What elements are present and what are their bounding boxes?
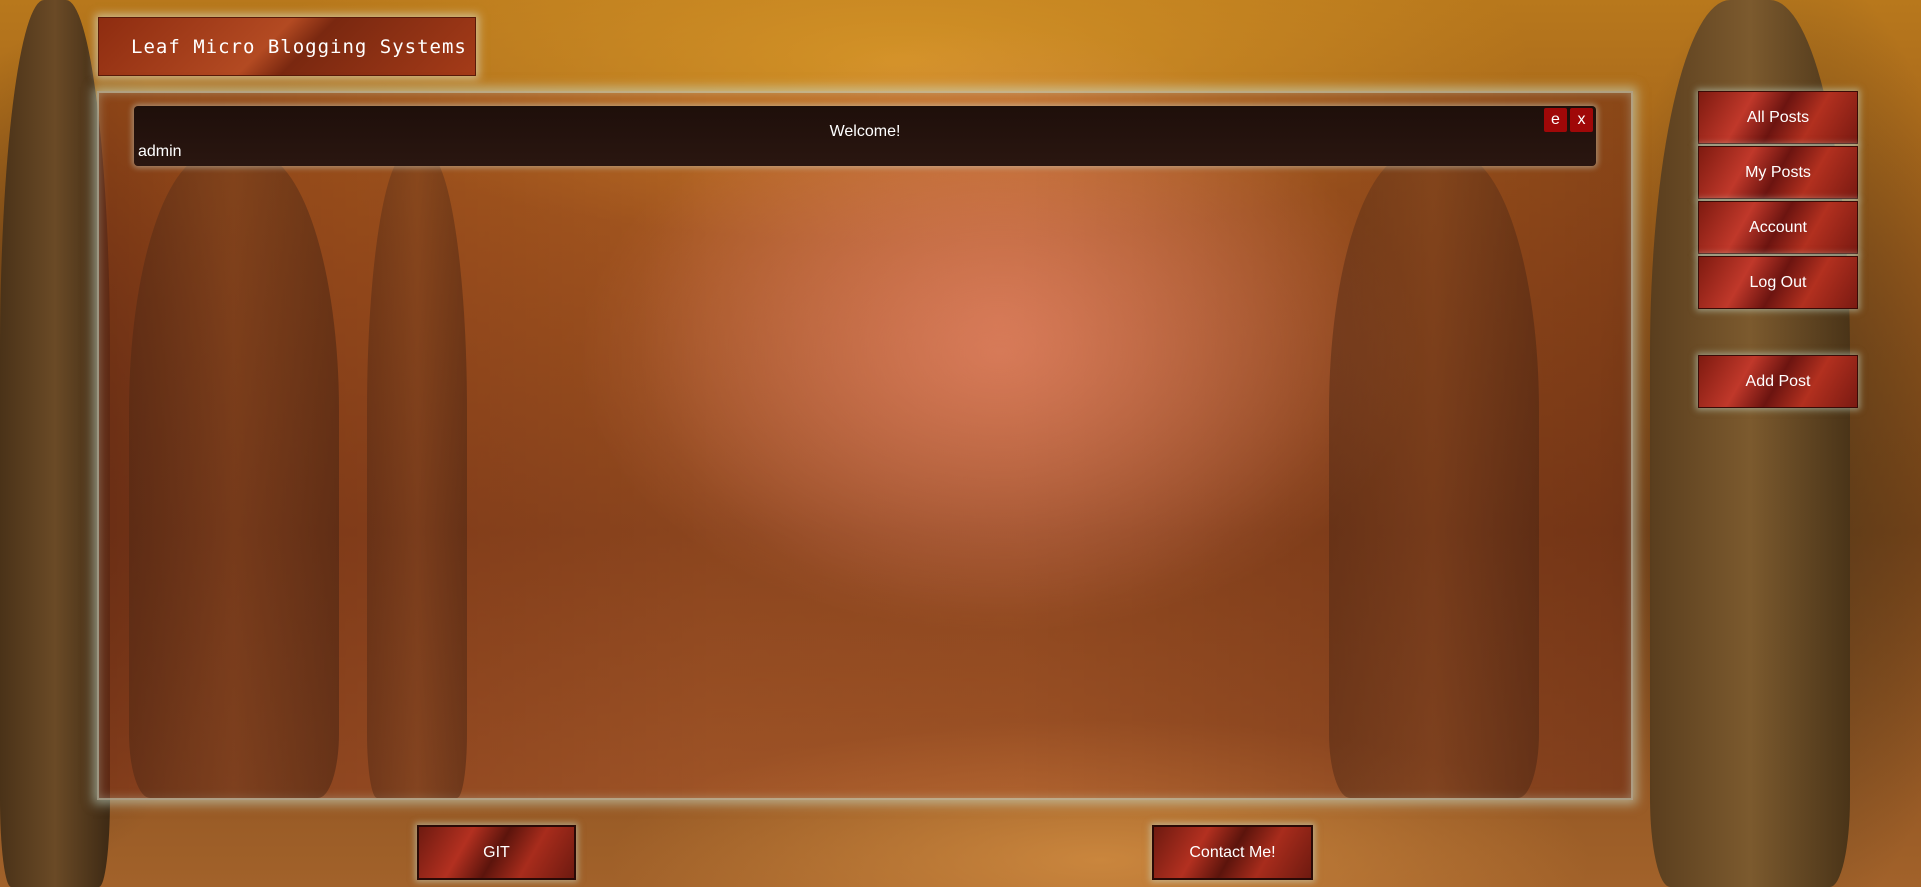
panel-tree-mid bbox=[367, 153, 467, 798]
site-title: Leaf Micro Blogging Systems bbox=[131, 35, 467, 58]
account-button[interactable]: Account bbox=[1698, 201, 1858, 254]
contact-button[interactable]: Contact Me! bbox=[1152, 825, 1313, 880]
edit-post-button[interactable]: e bbox=[1544, 108, 1567, 132]
panel-tree-right bbox=[1329, 153, 1539, 798]
git-button[interactable]: GIT bbox=[417, 825, 576, 880]
background-tree-left bbox=[0, 0, 110, 887]
delete-post-button[interactable]: x bbox=[1570, 108, 1593, 132]
my-posts-button[interactable]: My Posts bbox=[1698, 146, 1858, 199]
post-card: Welcome! admin e x bbox=[134, 106, 1596, 166]
log-out-button[interactable]: Log Out bbox=[1698, 256, 1858, 309]
add-post-button[interactable]: Add Post bbox=[1698, 355, 1858, 408]
posts-panel bbox=[97, 91, 1633, 800]
panel-tree-left bbox=[129, 153, 339, 798]
all-posts-button[interactable]: All Posts bbox=[1698, 91, 1858, 144]
post-author: admin bbox=[138, 143, 182, 160]
site-title-banner[interactable]: Leaf Micro Blogging Systems bbox=[98, 17, 476, 76]
post-title: Welcome! bbox=[829, 123, 901, 140]
